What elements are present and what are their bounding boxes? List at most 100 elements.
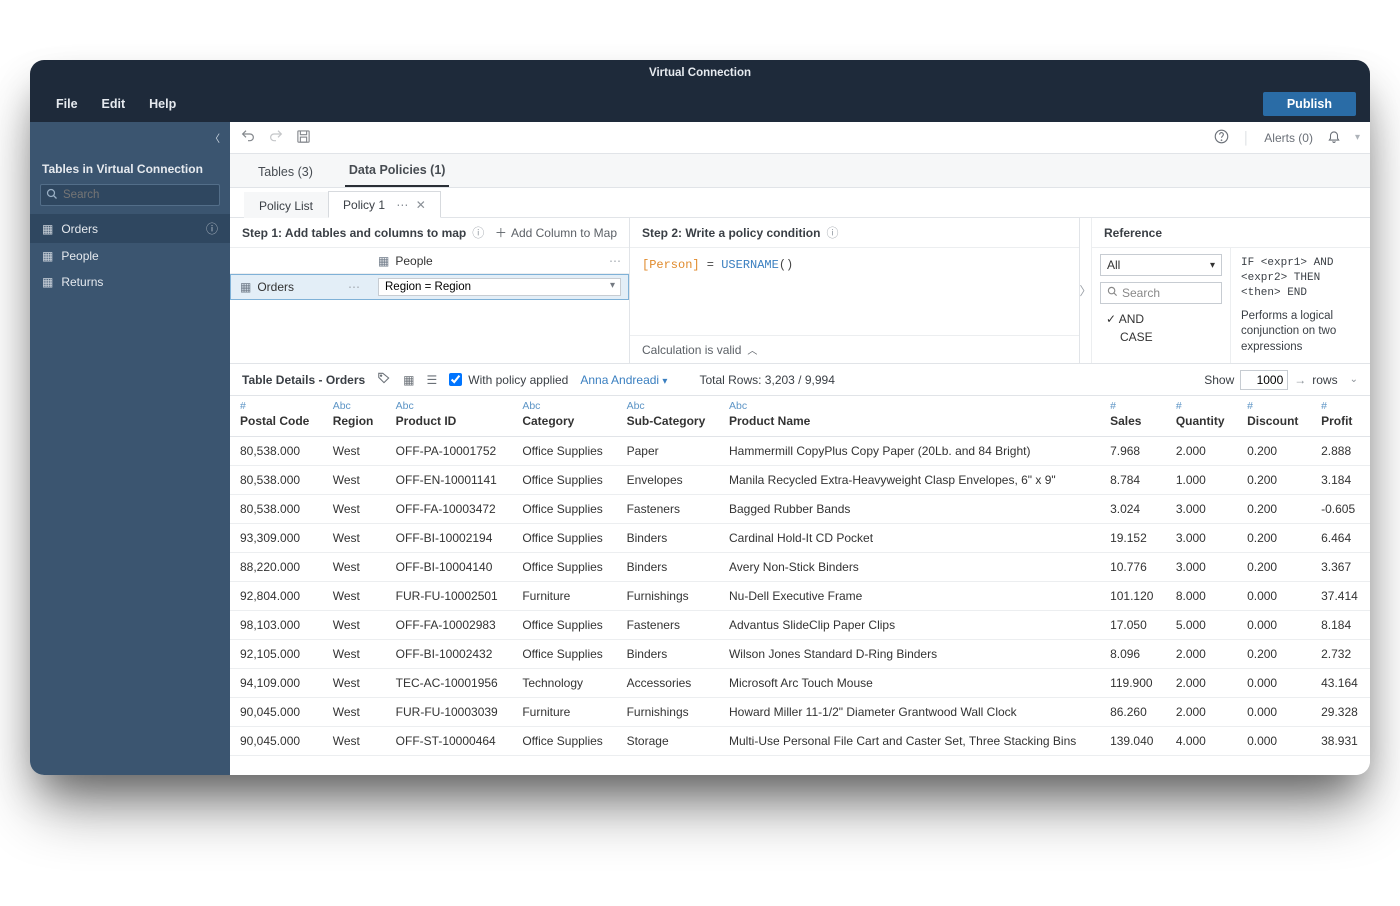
table-cell: Howard Miller 11-1/2" Diameter Grantwood… [719, 698, 1100, 727]
sidebar-item-orders[interactable]: ▦Ordersⓘ [30, 214, 230, 243]
table-icon: ▦ [378, 254, 389, 268]
table-cell: 92,804.000 [230, 582, 323, 611]
policy-applied-toggle[interactable]: With policy applied [449, 373, 568, 387]
table-row[interactable]: 98,103.000WestOFF-FA-10002983Office Supp… [230, 611, 1370, 640]
info-icon[interactable]: ⓘ [206, 220, 218, 237]
table-cell: 0.000 [1237, 727, 1311, 756]
menu-file[interactable]: File [44, 91, 90, 117]
add-column-button[interactable]: ＋ Add Column to Map [495, 224, 617, 241]
total-rows-label: Total Rows: 3,203 / 9,994 [699, 373, 834, 387]
sidebar-table-list: ▦ Orders ⓘ ▦People▦Returns [30, 214, 230, 295]
table-cell: 0.200 [1237, 524, 1311, 553]
table-row[interactable]: 92,105.000WestOFF-BI-10002432Office Supp… [230, 640, 1370, 669]
column-header[interactable]: AbcCategory [512, 396, 616, 437]
column-header[interactable]: AbcRegion [323, 396, 386, 437]
grid-view-icon[interactable]: ▦ [403, 373, 414, 387]
go-icon[interactable]: → [1294, 373, 1306, 387]
user-dropdown[interactable]: Anna Andreadi ▾ [580, 373, 667, 387]
region-map-select-wrap: Region = Region [378, 278, 621, 296]
table-row[interactable]: 80,538.000WestOFF-EN-10001141Office Supp… [230, 466, 1370, 495]
info-icon[interactable]: ⓘ [472, 224, 484, 241]
menu-help[interactable]: Help [137, 91, 188, 117]
bell-icon[interactable] [1327, 129, 1341, 146]
table-cell: 3.184 [1311, 466, 1370, 495]
table-cell: Fasteners [617, 611, 719, 640]
sidebar-item-label: Orders [61, 222, 98, 236]
sidebar-section-title: Tables in Virtual Connection [30, 152, 230, 184]
column-dtype: Abc [729, 400, 1090, 412]
calculation-status[interactable]: Calculation is valid ︿ [630, 335, 1079, 363]
sidebar-collapse-button[interactable]: 〈 [30, 122, 230, 152]
column-header[interactable]: #Quantity [1166, 396, 1237, 437]
column-label: Profit [1321, 414, 1352, 428]
tab-policy-1-close-icon[interactable]: ✕ [416, 198, 426, 212]
table-cell: 8.184 [1311, 611, 1370, 640]
tag-icon[interactable] [377, 371, 391, 388]
tab-policy-1-menu-icon[interactable]: ⋯ [396, 198, 408, 212]
rows-label: rows [1312, 373, 1337, 387]
column-header[interactable]: #Discount [1237, 396, 1311, 437]
sidebar-search-input[interactable] [40, 184, 220, 206]
sidebar-item-people[interactable]: ▦People [30, 243, 230, 269]
table-cell: Office Supplies [512, 524, 616, 553]
map-row-orders[interactable]: ▦ Orders ⋯ Region = Region [230, 274, 629, 300]
column-header[interactable]: AbcSub-Category [617, 396, 719, 437]
app-window: Virtual Connection File Edit Help Publis… [30, 60, 1370, 775]
reference-search-placeholder: Search [1122, 286, 1160, 300]
table-row[interactable]: 80,538.000WestOFF-PA-10001752Office Supp… [230, 437, 1370, 466]
table-row[interactable]: 93,309.000WestOFF-BI-10002194Office Supp… [230, 524, 1370, 553]
chevron-down-icon[interactable]: ⌄ [1350, 374, 1358, 385]
column-header[interactable]: AbcProduct Name [719, 396, 1100, 437]
tab-policy-list[interactable]: Policy List [244, 192, 328, 218]
table-cell: 2.000 [1166, 669, 1237, 698]
table-cell: 0.000 [1237, 611, 1311, 640]
region-map-select[interactable]: Region = Region [378, 278, 621, 296]
data-grid-wrap[interactable]: #Postal CodeAbcRegionAbcProduct IDAbcCat… [230, 396, 1370, 775]
map-orders-menu-icon[interactable]: ⋯ [348, 280, 360, 294]
reference-search[interactable]: Search [1100, 282, 1222, 304]
reference-filter-dropdown[interactable]: All ▾ [1100, 254, 1222, 276]
table-cell: 19.152 [1100, 524, 1166, 553]
sidebar-item-returns[interactable]: ▦Returns [30, 269, 230, 295]
show-rows-input[interactable] [1240, 370, 1288, 390]
undo-icon[interactable] [240, 128, 256, 147]
alerts-label[interactable]: Alerts (0) [1264, 131, 1313, 145]
reference-fn-and[interactable]: AND [1104, 310, 1218, 328]
table-cell: Nu-Dell Executive Frame [719, 582, 1100, 611]
help-icon[interactable] [1214, 129, 1229, 147]
table-cell: TEC-AC-10001956 [386, 669, 513, 698]
publish-button[interactable]: Publish [1263, 92, 1356, 116]
table-icon: ▦ [42, 275, 53, 289]
policy-applied-checkbox[interactable] [449, 373, 462, 386]
policy-applied-label: With policy applied [468, 373, 568, 387]
column-dtype: Abc [333, 400, 376, 412]
alerts-dropdown-icon[interactable]: ▾ [1355, 132, 1360, 143]
column-label: Discount [1247, 414, 1298, 428]
primary-tab[interactable]: Data Policies (1) [345, 155, 450, 187]
menu-edit[interactable]: Edit [90, 91, 138, 117]
save-icon[interactable] [296, 129, 311, 147]
table-row[interactable]: 88,220.000WestOFF-BI-10004140Office Supp… [230, 553, 1370, 582]
column-header[interactable]: #Postal Code [230, 396, 323, 437]
table-row[interactable]: 90,045.000WestFUR-FU-10003039FurnitureFu… [230, 698, 1370, 727]
info-icon[interactable]: ⓘ [826, 224, 838, 241]
reference-expand-icon[interactable]: 〉 [1080, 218, 1092, 363]
table-cell: 88,220.000 [230, 553, 323, 582]
table-row[interactable]: 90,045.000WestOFF-ST-10000464Office Supp… [230, 727, 1370, 756]
column-header[interactable]: AbcProduct ID [386, 396, 513, 437]
reference-fn-case[interactable]: CASE [1104, 328, 1218, 346]
column-dtype: Abc [522, 400, 606, 412]
table-row[interactable]: 80,538.000WestOFF-FA-10003472Office Supp… [230, 495, 1370, 524]
redo-icon[interactable] [268, 128, 284, 147]
table-row[interactable]: 92,804.000WestFUR-FU-10002501FurnitureFu… [230, 582, 1370, 611]
table-cell: 0.200 [1237, 466, 1311, 495]
primary-tab[interactable]: Tables (3) [254, 157, 317, 187]
list-view-icon[interactable]: ☰ [427, 373, 438, 387]
column-header[interactable]: #Profit [1311, 396, 1370, 437]
table-row[interactable]: 94,109.000WestTEC-AC-10001956TechnologyA… [230, 669, 1370, 698]
policy-condition-editor[interactable]: [Person] = USERNAME() [630, 248, 1079, 335]
tab-policy-1[interactable]: Policy 1 ⋯ ✕ [328, 191, 441, 218]
map-people-menu-icon[interactable]: ⋯ [609, 254, 621, 268]
column-header[interactable]: #Sales [1100, 396, 1166, 437]
reference-title: Reference [1104, 226, 1162, 240]
